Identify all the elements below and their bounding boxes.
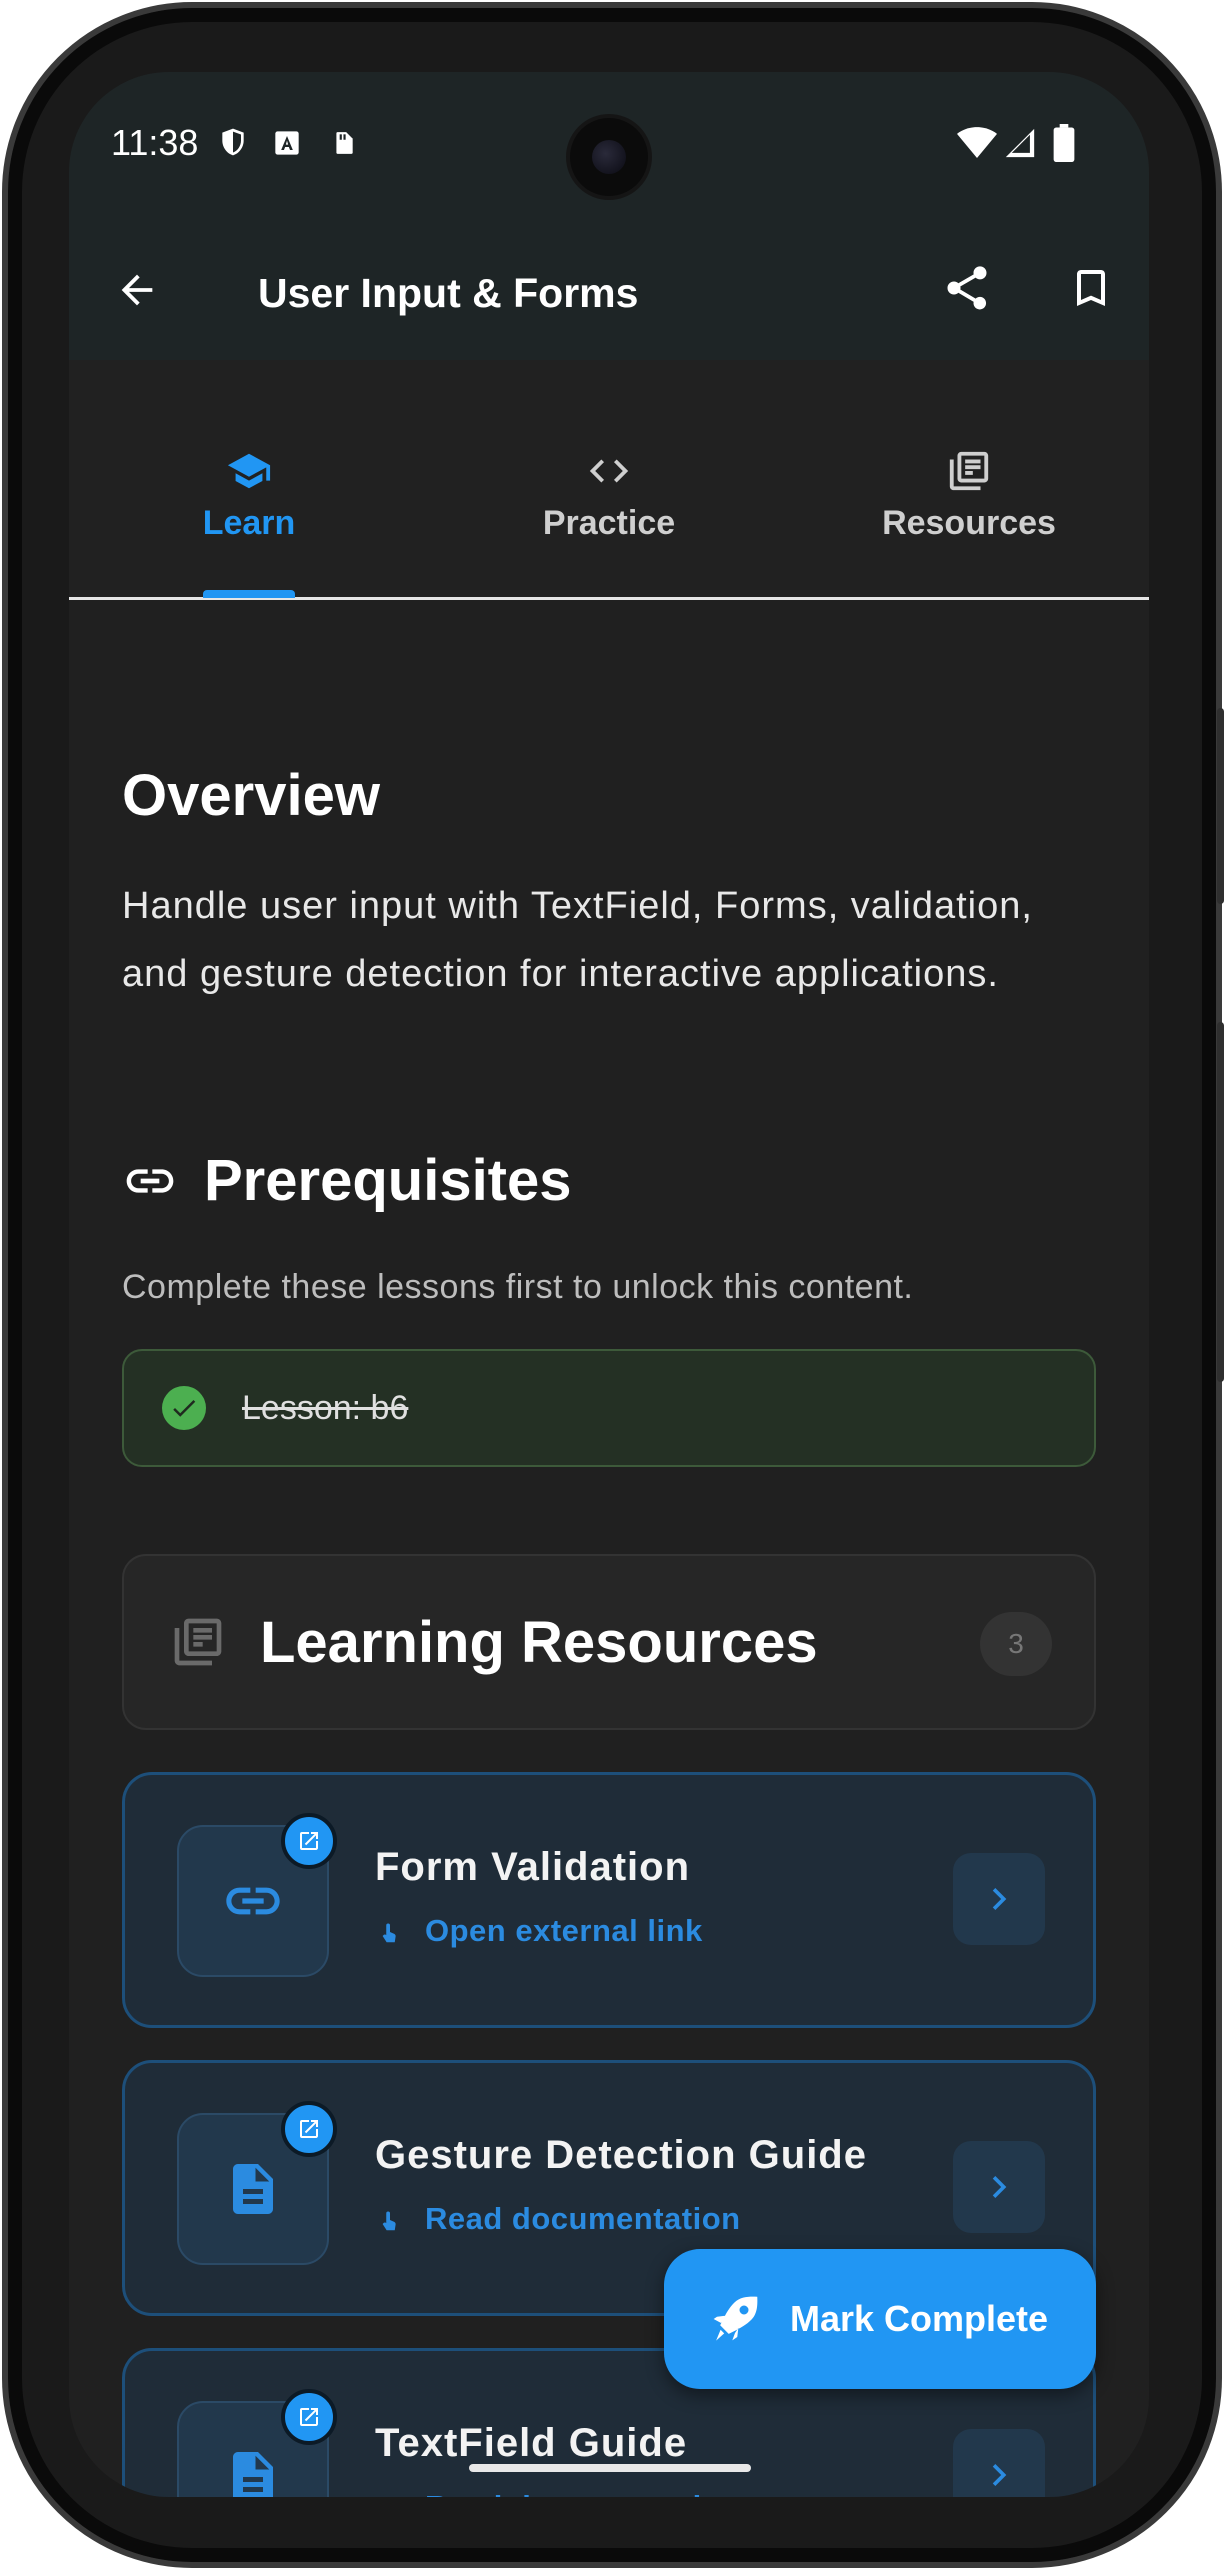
resource-title: Form Validation — [375, 1845, 691, 1889]
school-icon — [227, 453, 271, 489]
code-icon — [589, 459, 629, 483]
link-icon — [126, 1168, 174, 1193]
tab-bar: Learn Practice Resources — [69, 360, 1149, 600]
resource-subtitle: Read documentation — [425, 2201, 741, 2236]
resource-subtitle-row: Open external link — [375, 1913, 703, 1949]
tab-indicator — [203, 590, 295, 598]
accessibility-icon — [273, 128, 301, 163]
open-in-new-icon — [281, 2101, 337, 2157]
overview-text: Handle user input with TextField, Forms,… — [122, 885, 1033, 995]
tab-resources[interactable]: Resources — [789, 360, 1149, 600]
open-in-new-icon — [281, 2389, 337, 2445]
bookmark-icon — [1077, 270, 1105, 306]
resource-item-form-validation[interactable]: Form Validation Open external link — [122, 1772, 1096, 2028]
check-circle-icon — [162, 1386, 206, 1430]
prerequisites-heading: Prerequisites — [204, 1148, 572, 1213]
bookmark-button[interactable] — [1041, 238, 1141, 338]
resource-subtitle: Read documentation — [425, 2489, 741, 2497]
chevron-right-icon — [992, 2176, 1007, 2198]
share-icon — [947, 266, 987, 310]
document-icon — [233, 2452, 273, 2497]
resource-subtitle-row: Read documentation — [375, 2201, 741, 2237]
wifi-icon — [957, 126, 997, 165]
touch-icon — [382, 2211, 396, 2231]
resource-title: TextField Guide — [375, 2421, 688, 2465]
battery-icon — [1053, 124, 1075, 167]
resource-subtitle-row: Read documentation — [375, 2489, 741, 2497]
resource-open-button[interactable] — [953, 2429, 1045, 2497]
top-app-bar: 11:38 User Input & Forms — [69, 72, 1149, 360]
prerequisite-label: Lesson: b6 — [242, 1388, 409, 1427]
tab-resources-label: Resources — [882, 504, 1056, 542]
library-books-icon — [174, 1618, 222, 1666]
chevron-right-icon — [992, 2464, 1007, 2486]
resource-subtitle: Open external link — [425, 1913, 703, 1948]
back-arrow-icon — [121, 274, 153, 306]
shield-icon — [217, 124, 249, 165]
library-books-icon — [949, 451, 989, 491]
resource-open-button[interactable] — [953, 2141, 1045, 2233]
resource-title: Gesture Detection Guide — [375, 2133, 867, 2177]
back-button[interactable] — [89, 242, 185, 338]
signal-icon — [1003, 126, 1037, 165]
home-indicator[interactable] — [469, 2464, 751, 2472]
front-camera — [566, 114, 652, 200]
tab-learn-label: Learn — [202, 504, 296, 542]
open-in-new-icon — [281, 1813, 337, 1869]
tab-learn[interactable]: Learn — [69, 360, 429, 600]
resource-count-badge: 3 — [980, 1612, 1052, 1676]
chevron-right-icon — [992, 1888, 1007, 1910]
tab-practice-label: Practice — [542, 504, 676, 542]
link-icon — [226, 1887, 280, 1915]
page-title: User Input & Forms — [258, 270, 639, 316]
screen: 11:38 User Input & Forms Learn Practice … — [69, 72, 1149, 2497]
prerequisite-item[interactable]: Lesson: b6 — [122, 1349, 1096, 1467]
learning-resources-heading: Learning Resources — [260, 1609, 818, 1675]
mark-complete-label: Mark Complete — [790, 2298, 1049, 2339]
volume-button — [1217, 708, 1224, 904]
tab-practice[interactable]: Practice — [429, 360, 789, 600]
resource-open-button[interactable] — [953, 1853, 1045, 1945]
power-button — [1217, 1022, 1224, 1382]
touch-icon — [375, 2489, 405, 2497]
status-bar: 11:38 — [69, 72, 1149, 212]
rocket-icon — [713, 2296, 758, 2341]
status-time: 11:38 — [111, 122, 199, 163]
share-button[interactable] — [917, 238, 1017, 338]
learning-resources-header: Learning Resources 3 — [122, 1554, 1096, 1730]
prerequisites-subtitle: Complete these lessons first to unlock t… — [122, 1268, 914, 1306]
prerequisites-header: Prerequisites — [122, 1147, 572, 1214]
mark-complete-button[interactable]: Mark Complete — [664, 2249, 1096, 2389]
sd-card-icon — [331, 128, 357, 163]
touch-icon — [382, 1923, 396, 1943]
document-icon — [233, 2164, 273, 2214]
overview-heading: Overview — [122, 763, 380, 828]
